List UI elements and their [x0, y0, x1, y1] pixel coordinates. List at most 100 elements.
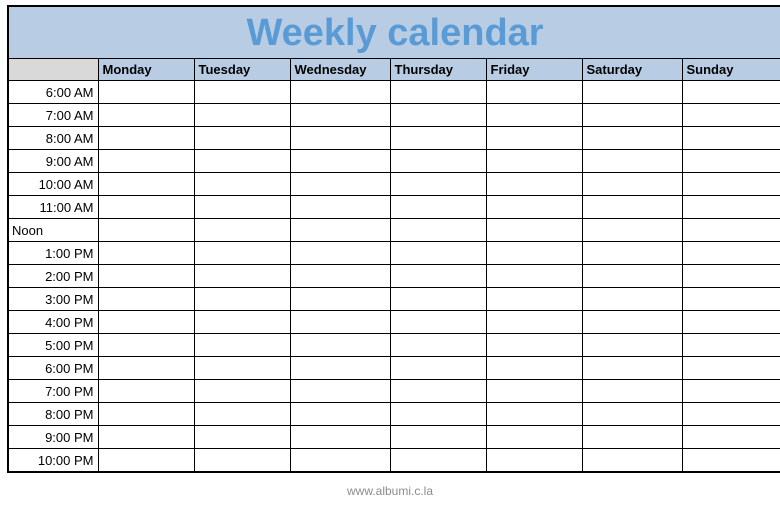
appointment-slot[interactable] — [681, 333, 780, 357]
appointment-slot[interactable] — [193, 287, 291, 311]
appointment-slot[interactable] — [581, 287, 683, 311]
appointment-slot[interactable] — [289, 218, 391, 242]
appointment-slot[interactable] — [289, 425, 391, 449]
appointment-slot[interactable] — [681, 379, 780, 403]
appointment-slot[interactable] — [681, 448, 780, 473]
appointment-slot[interactable] — [289, 333, 391, 357]
appointment-slot[interactable] — [289, 195, 391, 219]
appointment-slot[interactable] — [681, 218, 780, 242]
appointment-slot[interactable] — [681, 195, 780, 219]
appointment-slot[interactable] — [389, 172, 487, 196]
appointment-slot[interactable] — [581, 172, 683, 196]
appointment-slot[interactable] — [97, 264, 195, 288]
appointment-slot[interactable] — [485, 287, 583, 311]
appointment-slot[interactable] — [581, 402, 683, 426]
appointment-slot[interactable] — [193, 149, 291, 173]
appointment-slot[interactable] — [681, 149, 780, 173]
appointment-slot[interactable] — [681, 241, 780, 265]
appointment-slot[interactable] — [581, 80, 683, 104]
appointment-slot[interactable] — [681, 264, 780, 288]
appointment-slot[interactable] — [389, 264, 487, 288]
appointment-slot[interactable] — [581, 126, 683, 150]
appointment-slot[interactable] — [289, 402, 391, 426]
appointment-slot[interactable] — [97, 149, 195, 173]
appointment-slot[interactable] — [97, 287, 195, 311]
appointment-slot[interactable] — [97, 402, 195, 426]
appointment-slot[interactable] — [681, 310, 780, 334]
appointment-slot[interactable] — [581, 195, 683, 219]
appointment-slot[interactable] — [681, 80, 780, 104]
appointment-slot[interactable] — [485, 241, 583, 265]
appointment-slot[interactable] — [389, 448, 487, 473]
appointment-slot[interactable] — [97, 448, 195, 473]
appointment-slot[interactable] — [289, 241, 391, 265]
appointment-slot[interactable] — [97, 379, 195, 403]
appointment-slot[interactable] — [485, 80, 583, 104]
appointment-slot[interactable] — [97, 356, 195, 380]
appointment-slot[interactable] — [389, 80, 487, 104]
appointment-slot[interactable] — [289, 379, 391, 403]
appointment-slot[interactable] — [193, 310, 291, 334]
appointment-slot[interactable] — [485, 264, 583, 288]
appointment-slot[interactable] — [581, 218, 683, 242]
appointment-slot[interactable] — [389, 149, 487, 173]
appointment-slot[interactable] — [97, 80, 195, 104]
appointment-slot[interactable] — [193, 241, 291, 265]
appointment-slot[interactable] — [389, 379, 487, 403]
appointment-slot[interactable] — [581, 425, 683, 449]
appointment-slot[interactable] — [681, 103, 780, 127]
appointment-slot[interactable] — [581, 241, 683, 265]
appointment-slot[interactable] — [289, 126, 391, 150]
appointment-slot[interactable] — [581, 149, 683, 173]
appointment-slot[interactable] — [289, 103, 391, 127]
appointment-slot[interactable] — [485, 126, 583, 150]
appointment-slot[interactable] — [485, 448, 583, 473]
appointment-slot[interactable] — [97, 103, 195, 127]
appointment-slot[interactable] — [389, 126, 487, 150]
appointment-slot[interactable] — [389, 218, 487, 242]
appointment-slot[interactable] — [289, 264, 391, 288]
appointment-slot[interactable] — [289, 287, 391, 311]
appointment-slot[interactable] — [389, 310, 487, 334]
appointment-slot[interactable] — [289, 172, 391, 196]
appointment-slot[interactable] — [389, 402, 487, 426]
appointment-slot[interactable] — [289, 356, 391, 380]
appointment-slot[interactable] — [581, 356, 683, 380]
appointment-slot[interactable] — [193, 195, 291, 219]
appointment-slot[interactable] — [97, 126, 195, 150]
appointment-slot[interactable] — [289, 149, 391, 173]
appointment-slot[interactable] — [193, 333, 291, 357]
appointment-slot[interactable] — [581, 264, 683, 288]
appointment-slot[interactable] — [97, 425, 195, 449]
appointment-slot[interactable] — [485, 195, 583, 219]
appointment-slot[interactable] — [97, 172, 195, 196]
appointment-slot[interactable] — [193, 172, 291, 196]
appointment-slot[interactable] — [581, 310, 683, 334]
appointment-slot[interactable] — [389, 425, 487, 449]
appointment-slot[interactable] — [193, 402, 291, 426]
appointment-slot[interactable] — [485, 172, 583, 196]
appointment-slot[interactable] — [485, 103, 583, 127]
appointment-slot[interactable] — [485, 149, 583, 173]
appointment-slot[interactable] — [193, 80, 291, 104]
appointment-slot[interactable] — [193, 218, 291, 242]
appointment-slot[interactable] — [485, 310, 583, 334]
appointment-slot[interactable] — [193, 126, 291, 150]
appointment-slot[interactable] — [485, 425, 583, 449]
appointment-slot[interactable] — [289, 80, 391, 104]
appointment-slot[interactable] — [681, 425, 780, 449]
appointment-slot[interactable] — [485, 402, 583, 426]
appointment-slot[interactable] — [389, 356, 487, 380]
appointment-slot[interactable] — [485, 333, 583, 357]
appointment-slot[interactable] — [193, 356, 291, 380]
appointment-slot[interactable] — [289, 448, 391, 473]
appointment-slot[interactable] — [681, 356, 780, 380]
appointment-slot[interactable] — [581, 379, 683, 403]
appointment-slot[interactable] — [97, 241, 195, 265]
appointment-slot[interactable] — [97, 218, 195, 242]
appointment-slot[interactable] — [193, 379, 291, 403]
appointment-slot[interactable] — [581, 103, 683, 127]
appointment-slot[interactable] — [485, 356, 583, 380]
appointment-slot[interactable] — [97, 333, 195, 357]
appointment-slot[interactable] — [193, 103, 291, 127]
